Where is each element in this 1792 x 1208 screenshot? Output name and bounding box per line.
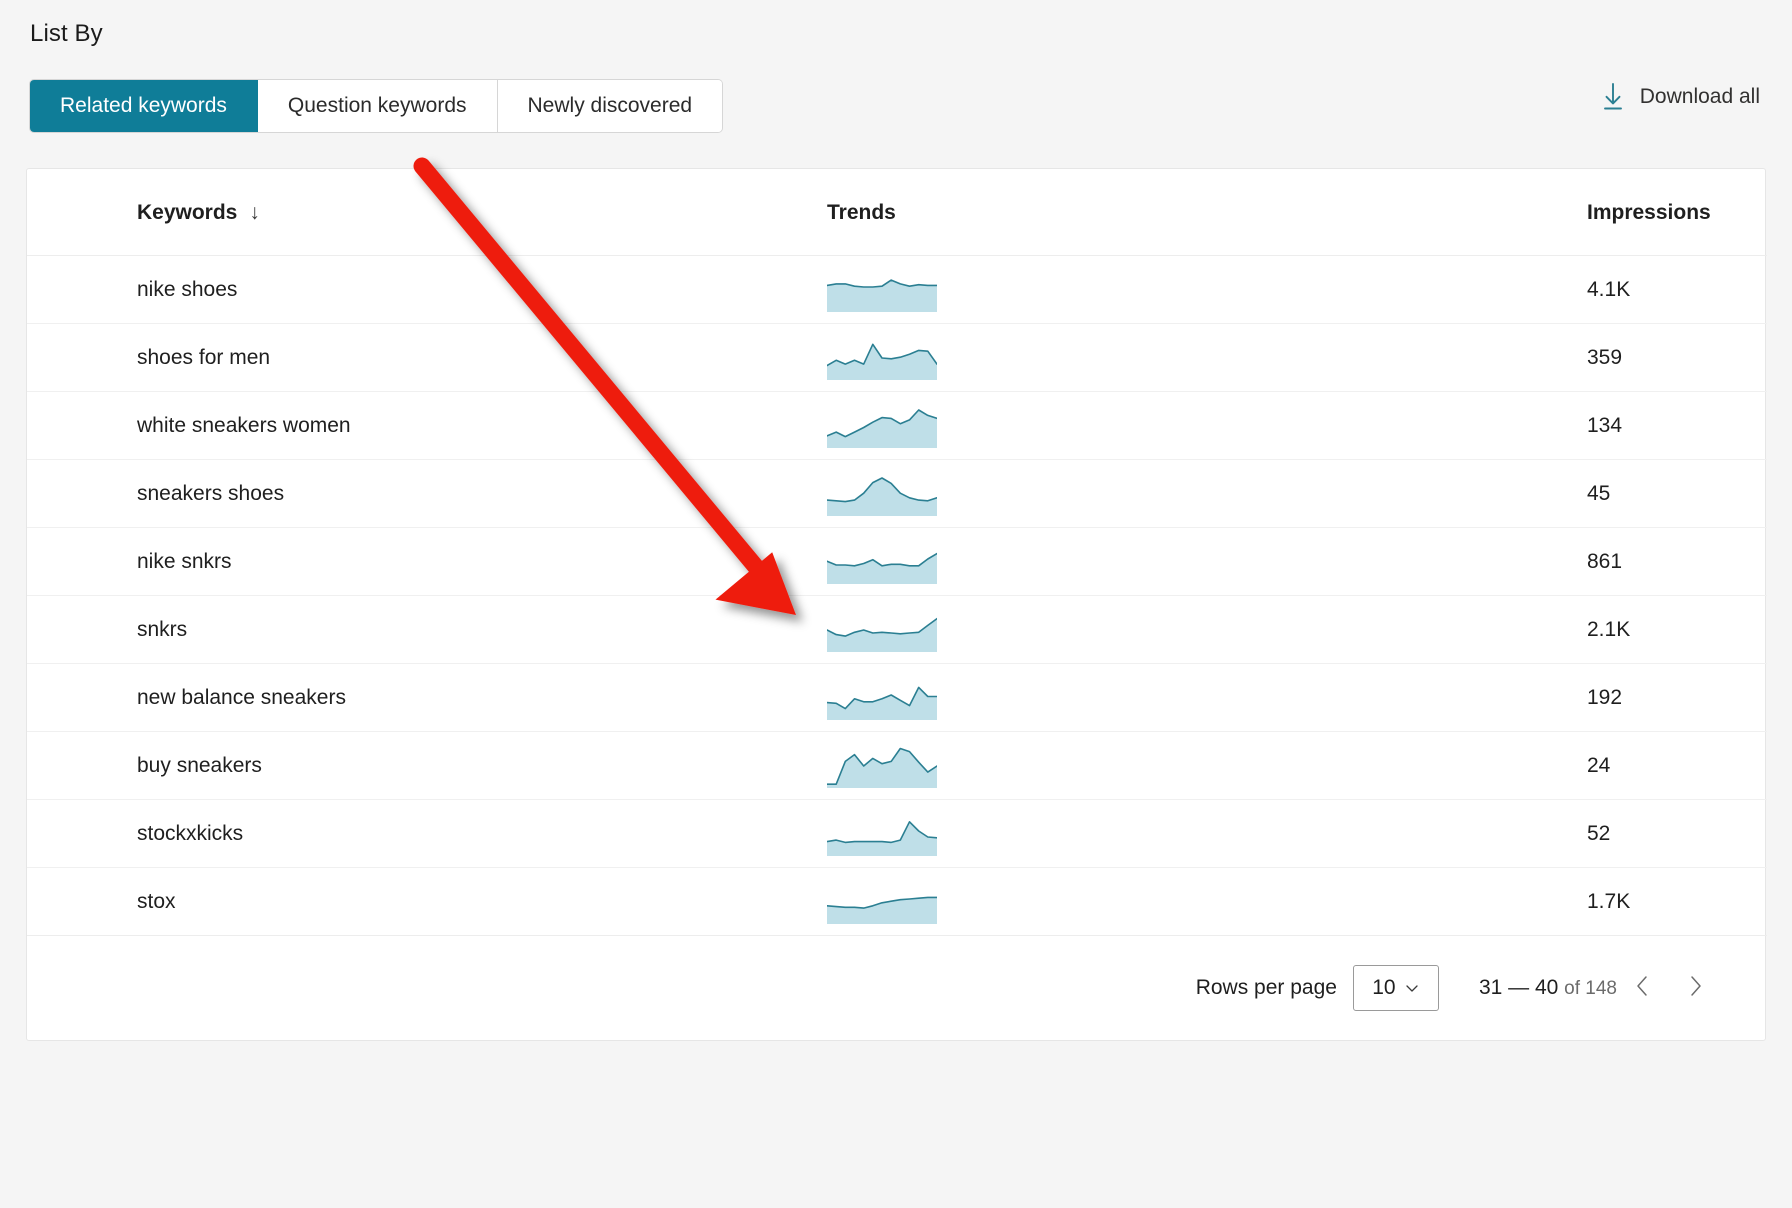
impressions-cell: 359 (1377, 324, 1767, 392)
keyword-cell[interactable]: buy sneakers (27, 732, 807, 800)
trend-sparkline-cell (807, 460, 1377, 528)
impressions-cell: 2.1K (1377, 596, 1767, 664)
tab-newly-discovered[interactable]: Newly discovered (498, 80, 723, 132)
keyword-cell[interactable]: nike shoes (27, 256, 807, 324)
impressions-cell: 52 (1377, 800, 1767, 868)
chevron-right-icon (1683, 974, 1707, 1003)
download-arrow-icon (1602, 82, 1624, 112)
keywords-card: Keywords ↓ Trends Impressions nike shoes 4… (26, 168, 1766, 1041)
table-row[interactable]: sneakers shoes 45 (27, 460, 1767, 528)
impressions-cell: 45 (1377, 460, 1767, 528)
table-row[interactable]: snkrs 2.1K (27, 596, 1767, 664)
trend-sparkline-chart (827, 268, 1376, 312)
column-header-trends[interactable]: Trends (807, 169, 1377, 256)
trend-sparkline-cell (807, 324, 1377, 392)
impressions-cell: 1.7K (1377, 868, 1767, 936)
table-body: nike shoes4.1Kshoes for men359white snea… (27, 256, 1767, 936)
column-header-keywords[interactable]: Keywords ↓ (27, 169, 807, 256)
trend-sparkline-chart (827, 404, 1376, 448)
pagination-range: 31 — 40 of 148 (1479, 976, 1617, 1000)
table-row[interactable]: stockxkicks 52 (27, 800, 1767, 868)
trend-sparkline-chart (827, 744, 1376, 788)
trend-sparkline-cell (807, 664, 1377, 732)
trend-sparkline-chart (827, 812, 1376, 856)
table-row[interactable]: nike snkrs 861 (27, 528, 1767, 596)
trend-sparkline-chart (827, 608, 1376, 652)
keyword-cell[interactable]: new balance sneakers (27, 664, 807, 732)
table-row[interactable]: new balance sneakers 192 (27, 664, 1767, 732)
trend-sparkline-cell (807, 800, 1377, 868)
impressions-cell: 134 (1377, 392, 1767, 460)
column-header-keywords-label: Keywords (137, 201, 237, 224)
pagination-total: of 148 (1564, 978, 1617, 999)
table-header-row: Keywords ↓ Trends Impressions (27, 169, 1767, 256)
impressions-cell: 4.1K (1377, 256, 1767, 324)
sort-descending-icon[interactable]: ↓ (249, 201, 260, 225)
keyword-cell[interactable]: snkrs (27, 596, 807, 664)
table-row[interactable]: white sneakers women 134 (27, 392, 1767, 460)
keyword-cell[interactable]: stox (27, 868, 807, 936)
keyword-cell[interactable]: stockxkicks (27, 800, 807, 868)
tab-related-keywords[interactable]: Related keywords (30, 80, 258, 132)
pagination-bar: Rows per page 10 31 — 40 of 148 (27, 936, 1765, 1040)
trend-sparkline-chart (827, 336, 1376, 380)
keyword-cell[interactable]: nike snkrs (27, 528, 807, 596)
table-row[interactable]: stox 1.7K (27, 868, 1767, 936)
trend-sparkline-cell (807, 868, 1377, 936)
trend-sparkline-cell (807, 392, 1377, 460)
keyword-cell[interactable]: white sneakers women (27, 392, 807, 460)
table-header: Keywords ↓ Trends Impressions (27, 169, 1767, 256)
trend-sparkline-cell (807, 732, 1377, 800)
keyword-cell[interactable]: sneakers shoes (27, 460, 807, 528)
pagination-range-value: 31 — 40 (1479, 976, 1558, 999)
impressions-cell: 861 (1377, 528, 1767, 596)
next-page-button[interactable] (1669, 962, 1721, 1014)
keyword-cell[interactable]: shoes for men (27, 324, 807, 392)
table-row[interactable]: shoes for men 359 (27, 324, 1767, 392)
rows-per-page-value: 10 (1372, 976, 1395, 1000)
previous-page-button[interactable] (1617, 962, 1669, 1014)
chevron-down-icon (1404, 980, 1420, 996)
impressions-cell: 24 (1377, 732, 1767, 800)
table-row[interactable]: nike shoes 4.1K (27, 256, 1767, 324)
chevron-left-icon (1631, 974, 1655, 1003)
list-by-tabs: Related keywords Question keywords Newly… (30, 80, 722, 132)
impressions-cell: 192 (1377, 664, 1767, 732)
trend-sparkline-cell (807, 256, 1377, 324)
column-header-impressions[interactable]: Impressions (1377, 169, 1767, 256)
trend-sparkline-cell (807, 528, 1377, 596)
keyword-research-panel: List By Related keywords Question keywor… (0, 0, 1792, 1208)
trend-sparkline-chart (827, 676, 1376, 720)
rows-per-page-select[interactable]: 10 (1353, 965, 1439, 1011)
tab-question-keywords[interactable]: Question keywords (258, 80, 498, 132)
trend-sparkline-cell (807, 596, 1377, 664)
trend-sparkline-chart (827, 472, 1376, 516)
download-all-label: Download all (1640, 85, 1760, 109)
table-row[interactable]: buy sneakers 24 (27, 732, 1767, 800)
download-all-button[interactable]: Download all (1602, 82, 1760, 112)
list-by-label: List By (30, 20, 103, 48)
rows-per-page-label: Rows per page (1196, 976, 1337, 1000)
trend-sparkline-chart (827, 880, 1376, 924)
trend-sparkline-chart (827, 540, 1376, 584)
keywords-table: Keywords ↓ Trends Impressions nike shoes 4… (27, 169, 1767, 936)
